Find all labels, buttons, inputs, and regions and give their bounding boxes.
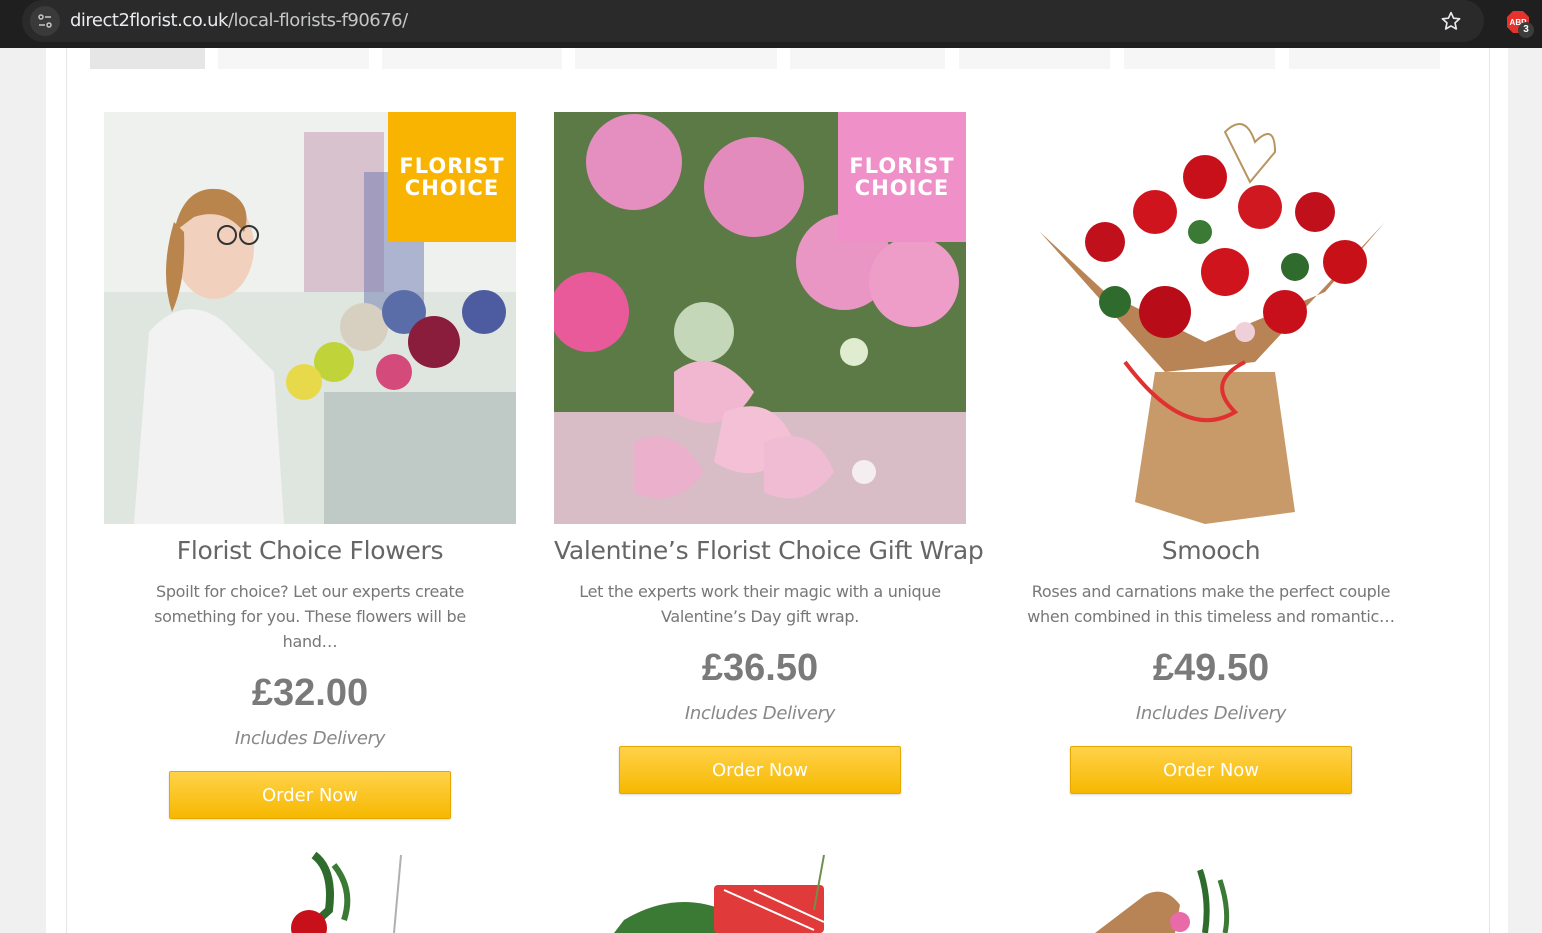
filter-tab[interactable] [1124,48,1275,69]
product-price: £49.50 [1152,647,1270,689]
product-image[interactable]: FLORIST CHOICE [104,112,516,524]
order-now-button[interactable]: Order Now [619,746,901,794]
product-image-partial[interactable] [554,850,966,933]
product-price: £36.50 [701,647,819,689]
bookmark-star-icon[interactable] [1438,8,1464,34]
url-path: /local-florists-f90676/ [227,10,408,31]
address-bar[interactable]: direct2florist.co.uk/local-florists-f906… [22,0,1484,42]
florist-choice-badge: FLORIST CHOICE [388,112,516,242]
product-name[interactable]: Florist Choice Flowers [104,536,516,565]
scrollbar-track[interactable] [1508,48,1542,933]
product-image-partial[interactable] [1005,850,1417,933]
site-info-icon[interactable] [30,6,60,36]
florist-choice-badge: FLORIST CHOICE [838,112,966,242]
extension-badge: 3 [1518,22,1534,38]
delivery-note: Includes Delivery [234,728,386,749]
filter-tab[interactable] [959,48,1110,69]
filter-tab[interactable] [1289,48,1440,69]
product-description: Roses and carnations make the perfect co… [1027,582,1395,626]
delivery-note: Includes Delivery [684,703,836,724]
filter-tab[interactable] [382,48,562,69]
filter-tab-active[interactable] [90,48,205,69]
url-text[interactable]: direct2florist.co.uk/local-florists-f906… [70,10,408,31]
product-image-partial[interactable] [104,850,516,933]
filter-tab[interactable] [218,48,369,69]
filter-tab[interactable] [790,48,945,69]
product-price: £32.00 [251,672,369,714]
url-host: direct2florist.co.uk [70,10,228,31]
product-description: Let the experts work their magic with a … [579,582,941,626]
product-name[interactable]: Valentine’s Florist Choice Gift Wrap [554,536,984,565]
product-name[interactable]: Smooch [1005,536,1417,565]
order-now-button[interactable]: Order Now [1070,746,1352,794]
filter-tab[interactable] [575,48,777,69]
product-image[interactable]: FLORIST CHOICE [554,112,966,524]
delivery-note: Includes Delivery [1135,703,1287,724]
order-now-button[interactable]: Order Now [169,771,451,819]
browser-toolbar: direct2florist.co.uk/local-florists-f906… [0,0,1542,48]
product-card: FLORIST CHOICE Florist Choice Flowers Sp… [104,112,516,819]
product-card: Smooch Roses and carnations make the per… [1005,112,1417,794]
product-card: FLORIST CHOICE Valentine’s Florist Choic… [554,112,984,794]
product-description: Spoilt for choice? Let our experts creat… [154,582,466,651]
product-image[interactable] [1005,112,1417,524]
